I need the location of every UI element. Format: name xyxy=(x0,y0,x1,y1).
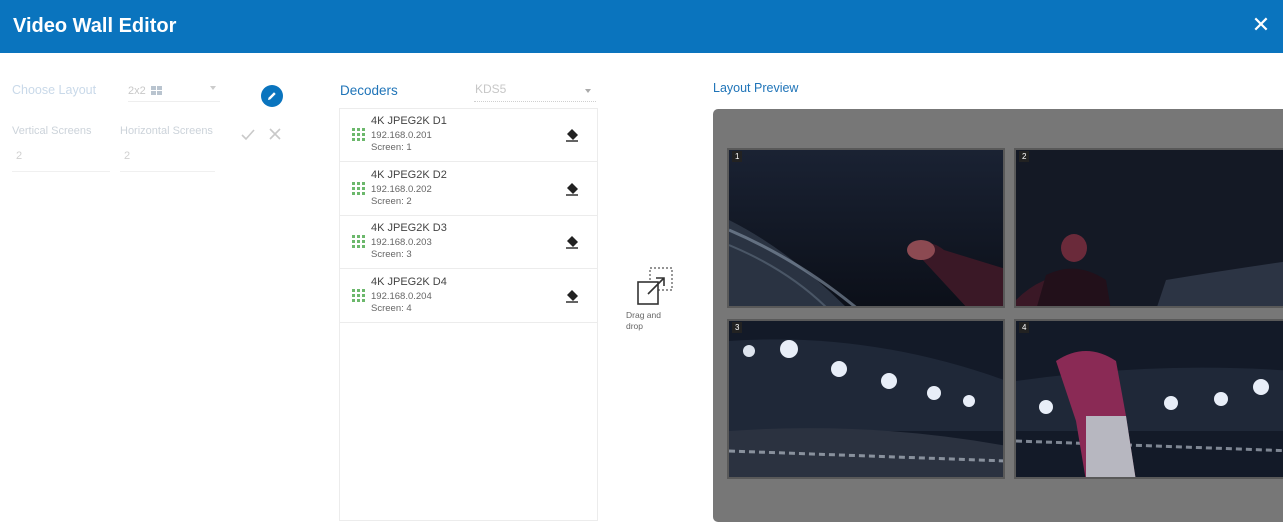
screen-tile-3[interactable]: 3 xyxy=(727,319,1005,479)
screen-number: 3 xyxy=(732,322,743,333)
stadium-image xyxy=(729,321,1003,477)
decoder-group-select[interactable]: KDS5 xyxy=(474,82,596,102)
drag-handle-icon[interactable] xyxy=(352,235,365,248)
decoder-item[interactable]: 4K JPEG2K D4 192.168.0.204 Screen: 4 xyxy=(340,270,597,323)
layout-preview-panel: 1 2 3 4 xyxy=(713,109,1283,522)
decoder-ip: 192.168.0.202 xyxy=(371,184,432,195)
drag-drop-line2: drop xyxy=(626,321,644,331)
decoder-name: 4K JPEG2K D3 xyxy=(371,222,447,234)
drag-drop-icon xyxy=(637,267,673,305)
layout-preview-title: Layout Preview xyxy=(713,81,799,95)
decoder-item[interactable]: 4K JPEG2K D1 192.168.0.201 Screen: 1 xyxy=(340,109,597,162)
decoder-name: 4K JPEG2K D1 xyxy=(371,115,447,127)
layout-select-value: 2x2 xyxy=(128,84,146,97)
decoder-ip: 192.168.0.204 xyxy=(371,291,432,302)
chevron-down-icon xyxy=(585,89,591,93)
stadium-image xyxy=(1016,150,1283,306)
screen-number: 4 xyxy=(1019,322,1030,333)
x-icon[interactable] xyxy=(268,127,282,141)
grid-icon xyxy=(150,86,162,95)
screen-number: 2 xyxy=(1019,151,1030,162)
decoder-item[interactable]: 4K JPEG2K D2 192.168.0.202 Screen: 2 xyxy=(340,163,597,216)
stadium-image xyxy=(1016,321,1283,477)
decoder-screen: Screen: 4 xyxy=(371,303,412,314)
eraser-icon[interactable] xyxy=(564,234,580,250)
stadium-image xyxy=(729,150,1003,306)
drag-handle-icon[interactable] xyxy=(352,289,365,302)
decoder-name: 4K JPEG2K D2 xyxy=(371,169,447,181)
decoder-group-value: KDS5 xyxy=(475,82,507,96)
drag-drop-line1: Drag and xyxy=(626,310,661,320)
decoder-ip: 192.168.0.203 xyxy=(371,237,432,248)
vertical-screens-input[interactable]: 2 xyxy=(12,146,110,172)
eraser-icon[interactable] xyxy=(564,181,580,197)
screen-tile-2[interactable]: 2 xyxy=(1014,148,1283,308)
screen-tile-4[interactable]: 4 xyxy=(1014,319,1283,479)
decoder-name: 4K JPEG2K D4 xyxy=(371,276,447,288)
eraser-icon[interactable] xyxy=(564,288,580,304)
decoders-title: Decoders xyxy=(340,83,398,98)
pencil-icon[interactable] xyxy=(261,85,283,107)
drag-drop-label: Drag and drop xyxy=(626,310,676,332)
vertical-screens-label: Vertical Screens xyxy=(12,125,92,137)
close-icon[interactable]: ✕ xyxy=(1249,13,1273,37)
window-title: Video Wall Editor xyxy=(13,15,177,37)
drag-handle-icon[interactable] xyxy=(352,128,365,141)
screen-tile-1[interactable]: 1 xyxy=(727,148,1005,308)
decoder-screen: Screen: 1 xyxy=(371,142,412,153)
layout-select[interactable]: 2x2 xyxy=(128,80,220,102)
eraser-icon[interactable] xyxy=(564,127,580,143)
decoder-ip: 192.168.0.201 xyxy=(371,130,432,141)
decoder-screen: Screen: 3 xyxy=(371,249,412,260)
drag-handle-icon[interactable] xyxy=(352,182,365,195)
check-icon[interactable] xyxy=(240,126,256,142)
title-bar: Video Wall Editor ✕ xyxy=(0,0,1283,53)
horizontal-screens-label: Horizontal Screens xyxy=(120,125,213,137)
decoder-list: 4K JPEG2K D1 192.168.0.201 Screen: 1 4K … xyxy=(339,108,598,521)
screen-number: 1 xyxy=(732,151,743,162)
decoder-screen: Screen: 2 xyxy=(371,196,412,207)
horizontal-screens-input[interactable]: 2 xyxy=(120,146,215,172)
decoder-item[interactable]: 4K JPEG2K D3 192.168.0.203 Screen: 3 xyxy=(340,216,597,269)
chevron-down-icon xyxy=(210,86,216,90)
choose-layout-label: Choose Layout xyxy=(12,83,97,97)
